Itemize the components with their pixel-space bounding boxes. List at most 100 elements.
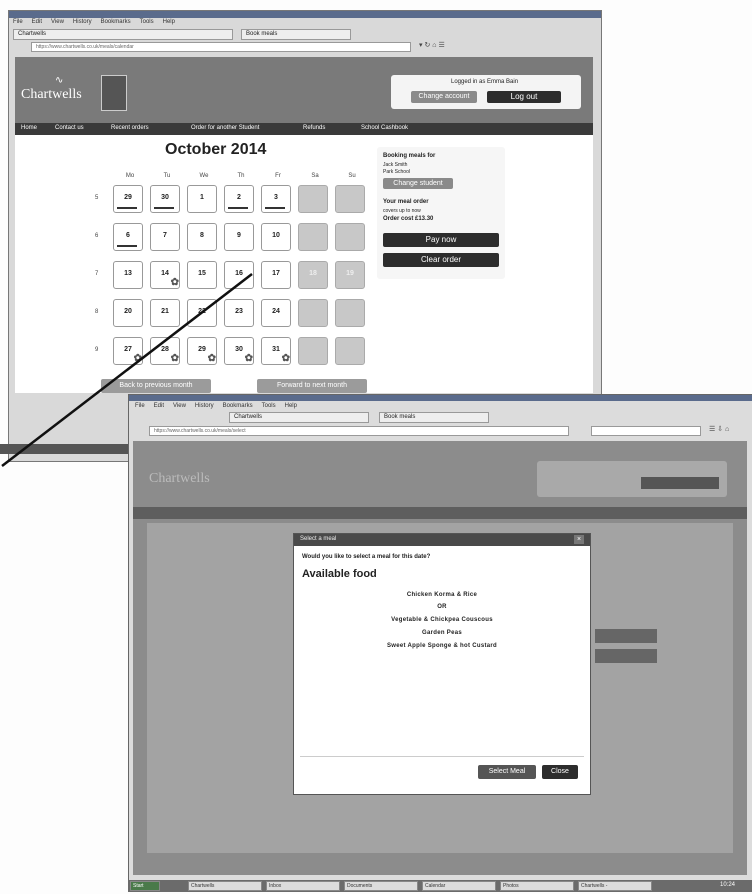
- week-number: 6: [95, 233, 99, 239]
- nav-order-another[interactable]: Order for another Student: [191, 125, 259, 131]
- dialog-question: Would you like to select a meal for this…: [302, 554, 431, 560]
- calendar-day[interactable]: 31 ✿: [261, 337, 291, 365]
- site-nav: Home Contact us Recent orders Order for …: [15, 123, 593, 135]
- menu-help[interactable]: Help: [285, 403, 297, 409]
- calendar-day[interactable]: 3: [261, 185, 291, 213]
- calendar-day[interactable]: 24: [261, 299, 291, 327]
- calendar-day[interactable]: 9: [224, 223, 254, 251]
- front-titlebar: [129, 395, 752, 401]
- calendar-day[interactable]: 30: [150, 185, 180, 213]
- day-number: 1: [200, 194, 204, 201]
- calendar-day-weekend: [335, 337, 365, 365]
- menu-tools[interactable]: Tools: [262, 403, 276, 409]
- booked-meal-mark: [154, 207, 174, 209]
- taskbar-item[interactable]: Documents: [344, 881, 418, 891]
- front-address-bar[interactable]: https://www.chartwells.co.uk/meals/selec…: [149, 426, 569, 436]
- site-header: Chartwells ∿ Logged in as Emma Bain Chan…: [15, 57, 593, 123]
- day-number: 6: [126, 232, 130, 239]
- dim-logo: Chartwells: [149, 471, 210, 486]
- front-toolbar-icons: ☰ ⇩ ⌂: [709, 426, 730, 433]
- close-icon[interactable]: ×: [574, 535, 584, 544]
- calendar-day[interactable]: 10: [261, 223, 291, 251]
- calendar-day[interactable]: 7: [150, 223, 180, 251]
- start-button[interactable]: Start: [130, 881, 160, 891]
- dim-nav: [133, 507, 747, 519]
- order-cost: Order cost £13.30: [383, 216, 434, 222]
- weekday-tu: Tu: [163, 173, 171, 179]
- weekday-mo: Mo: [125, 173, 135, 179]
- menu-file[interactable]: File: [135, 403, 145, 409]
- menu-view[interactable]: View: [51, 19, 64, 25]
- taskbar: Start Chartwells Inbox Documents Calendar Ph…: [128, 880, 752, 892]
- weekday-we: We: [199, 173, 209, 179]
- menu-file[interactable]: File: [13, 19, 23, 25]
- logout-button[interactable]: Log out: [487, 91, 561, 103]
- day-number: 3: [274, 194, 278, 201]
- taskbar-clock: 10:24: [720, 882, 736, 888]
- pay-now-button[interactable]: Pay now: [383, 233, 499, 247]
- taskbar-item[interactable]: Photos: [500, 881, 574, 891]
- dim-button-2: [595, 649, 657, 663]
- change-account-button[interactable]: Change account: [411, 91, 477, 103]
- menu-history[interactable]: History: [73, 19, 92, 25]
- nav-home[interactable]: Home: [21, 125, 37, 131]
- calendar-day[interactable]: 6: [113, 223, 143, 251]
- nav-contact[interactable]: Contact us: [55, 125, 84, 131]
- booked-meal-mark: [117, 245, 137, 247]
- nav-cashbook[interactable]: School Cashbook: [361, 125, 408, 131]
- nav-recent-orders[interactable]: Recent orders: [111, 125, 149, 131]
- day-number: 17: [272, 270, 280, 277]
- day-number: 7: [163, 232, 167, 239]
- partner-badge: [101, 75, 127, 111]
- day-number: 31: [272, 346, 280, 353]
- food-item-3: Garden Peas: [422, 630, 462, 636]
- day-number: 18: [309, 270, 317, 277]
- calendar-day[interactable]: 1: [187, 185, 217, 213]
- next-month-button[interactable]: Forward to next month: [257, 379, 367, 393]
- menu-bookmarks[interactable]: Bookmarks: [101, 19, 131, 25]
- front-window: File Edit View History Bookmarks Tools Help Ch…: [128, 394, 752, 882]
- calendar-day[interactable]: 2: [224, 185, 254, 213]
- menu-history[interactable]: History: [195, 403, 214, 409]
- back-tab-1[interactable]: Chartwells: [13, 29, 233, 40]
- booked-meal-mark: [265, 207, 285, 209]
- select-meal-dialog: Select a meal × Would you like to select…: [293, 533, 591, 795]
- back-tab-2[interactable]: Book meals: [241, 29, 351, 40]
- menu-bookmarks[interactable]: Bookmarks: [223, 403, 253, 409]
- select-meal-button[interactable]: Select Meal: [478, 765, 536, 779]
- nav-refunds[interactable]: Refunds: [303, 125, 325, 131]
- clear-order-button[interactable]: Clear order: [383, 253, 499, 267]
- day-number: 9: [237, 232, 241, 239]
- taskbar-item[interactable]: Chartwells -: [578, 881, 652, 891]
- menu-edit[interactable]: Edit: [32, 19, 42, 25]
- calendar-day-weekend: [298, 299, 328, 327]
- calendar-day[interactable]: 29: [113, 185, 143, 213]
- calendar-day[interactable]: 17: [261, 261, 291, 289]
- taskbar-item[interactable]: Calendar: [422, 881, 496, 891]
- front-tab-2[interactable]: Book meals: [379, 412, 489, 423]
- close-button[interactable]: Close: [542, 765, 578, 779]
- front-search-box[interactable]: [591, 426, 701, 436]
- menu-edit[interactable]: Edit: [154, 403, 164, 409]
- logo-swirl-icon: ∿: [55, 75, 64, 86]
- back-menubar: File Edit View History Bookmarks Tools Help: [13, 19, 184, 25]
- booking-panel: Booking meals for Jack Smith Park School…: [377, 147, 505, 279]
- weekday-header: Mo Tu We Th Fr Sa Su: [113, 173, 373, 181]
- menu-view[interactable]: View: [173, 403, 186, 409]
- calendar-day[interactable]: 8: [187, 223, 217, 251]
- menu-tools[interactable]: Tools: [140, 19, 154, 25]
- day-number: 8: [200, 232, 204, 239]
- menu-help[interactable]: Help: [163, 19, 175, 25]
- taskbar-item[interactable]: Inbox: [266, 881, 340, 891]
- food-item-2: Vegetable & Chickpea Couscous: [391, 617, 493, 623]
- weekday-su: Su: [348, 173, 356, 179]
- calendar-day-weekend: [335, 299, 365, 327]
- change-student-button[interactable]: Change student: [383, 178, 453, 189]
- week-number: 5: [95, 195, 99, 201]
- weekday-fr: Fr: [275, 173, 281, 179]
- booked-meal-mark: [117, 207, 137, 209]
- chartwells-logo: Chartwells: [21, 87, 82, 102]
- taskbar-item[interactable]: Chartwells: [188, 881, 262, 891]
- front-tab-1[interactable]: Chartwells: [229, 412, 369, 423]
- back-address-bar[interactable]: https://www.chartwells.co.uk/meals/calen…: [31, 42, 411, 52]
